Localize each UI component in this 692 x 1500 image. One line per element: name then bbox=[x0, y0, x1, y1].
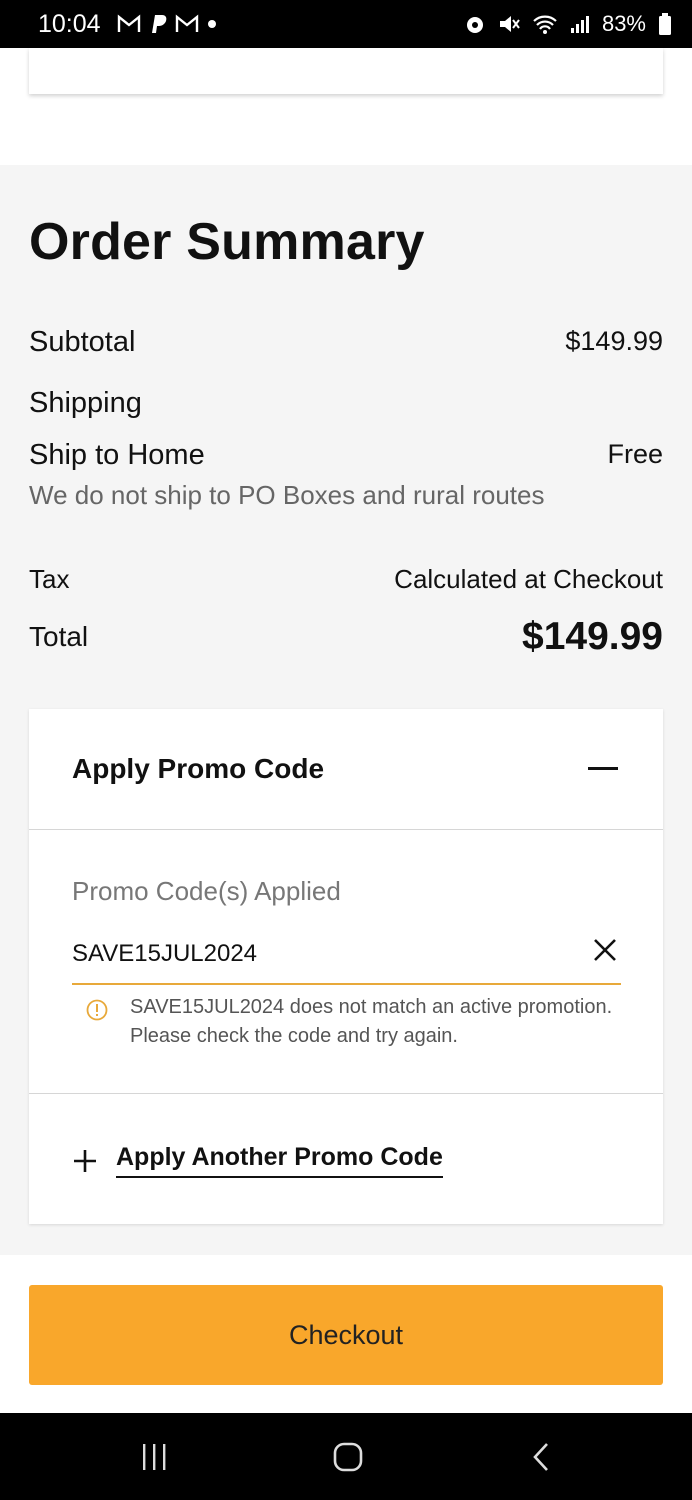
plus-icon bbox=[74, 1149, 96, 1172]
cart-item-card bbox=[29, 48, 663, 94]
ship-to-home-row: Ship to Home Free bbox=[29, 439, 663, 472]
dot-icon bbox=[207, 20, 216, 28]
navigation-bar bbox=[0, 1413, 692, 1500]
battery-icon bbox=[659, 13, 671, 35]
promo-error-message: SAVE15JUL2024 does not match an active p… bbox=[130, 996, 613, 1047]
promo-code-header-label: Apply Promo Code bbox=[72, 753, 325, 784]
total-value: $149.99 bbox=[522, 615, 663, 658]
home-button[interactable] bbox=[288, 1413, 408, 1500]
gmail-icon bbox=[117, 14, 140, 32]
system-icons: 83% bbox=[464, 11, 672, 37]
total-label: Total bbox=[29, 621, 89, 652]
collapse-icon[interactable] bbox=[588, 767, 618, 770]
status-bar: 10:04 83% bbox=[0, 0, 692, 48]
promo-code-header[interactable]: Apply Promo Code bbox=[29, 709, 663, 830]
wifi-icon bbox=[533, 15, 557, 34]
recent-apps-icon bbox=[143, 1443, 166, 1470]
shipping-row: Shipping bbox=[29, 387, 663, 420]
checkout-button[interactable]: Checkout bbox=[29, 1285, 663, 1385]
subtotal-row: Subtotal $149.99 bbox=[29, 326, 663, 359]
promo-code-value: SAVE15JUL2024 bbox=[72, 940, 258, 967]
promo-code-card: Apply Promo Code Promo Code(s) Applied S… bbox=[29, 709, 663, 1224]
alarm-icon bbox=[466, 17, 483, 33]
signal-icon bbox=[570, 16, 589, 33]
battery-percent: 83% bbox=[601, 11, 646, 36]
home-icon bbox=[333, 1442, 363, 1471]
gmail-icon bbox=[175, 14, 198, 32]
notification-icons bbox=[117, 14, 217, 34]
shipping-label: Shipping bbox=[29, 387, 142, 419]
remove-promo-button[interactable] bbox=[591, 937, 619, 965]
order-summary-title: Order Summary bbox=[29, 213, 425, 271]
subtotal-label: Subtotal bbox=[29, 326, 136, 358]
back-icon bbox=[533, 1442, 548, 1471]
ship-to-home-value: Free bbox=[607, 439, 663, 469]
status-time: 10:04 bbox=[38, 9, 101, 38]
tax-row: Tax Calculated at Checkout bbox=[29, 564, 663, 595]
promo-divider bbox=[29, 1093, 663, 1094]
paypal-icon bbox=[151, 15, 166, 33]
close-icon bbox=[594, 938, 616, 961]
subtotal-value: $149.99 bbox=[565, 326, 663, 356]
back-button[interactable] bbox=[482, 1413, 602, 1500]
promo-code-field[interactable]: SAVE15JUL2024 bbox=[72, 935, 621, 985]
tax-label: Tax bbox=[29, 564, 70, 594]
apply-another-promo-link[interactable]: Apply Another Promo Code bbox=[72, 1143, 443, 1178]
warning-icon bbox=[86, 999, 108, 1021]
promo-applied-label: Promo Code(s) Applied bbox=[72, 876, 341, 906]
tax-value: Calculated at Checkout bbox=[394, 564, 663, 594]
shipping-note: We do not ship to PO Boxes and rural rou… bbox=[29, 480, 545, 510]
total-row: Total $149.99 bbox=[29, 614, 663, 660]
mute-icon bbox=[499, 16, 520, 32]
recent-apps-button[interactable] bbox=[94, 1413, 214, 1500]
apply-another-promo-label: Apply Another Promo Code bbox=[116, 1143, 443, 1178]
ship-to-home-label: Ship to Home bbox=[29, 439, 205, 471]
